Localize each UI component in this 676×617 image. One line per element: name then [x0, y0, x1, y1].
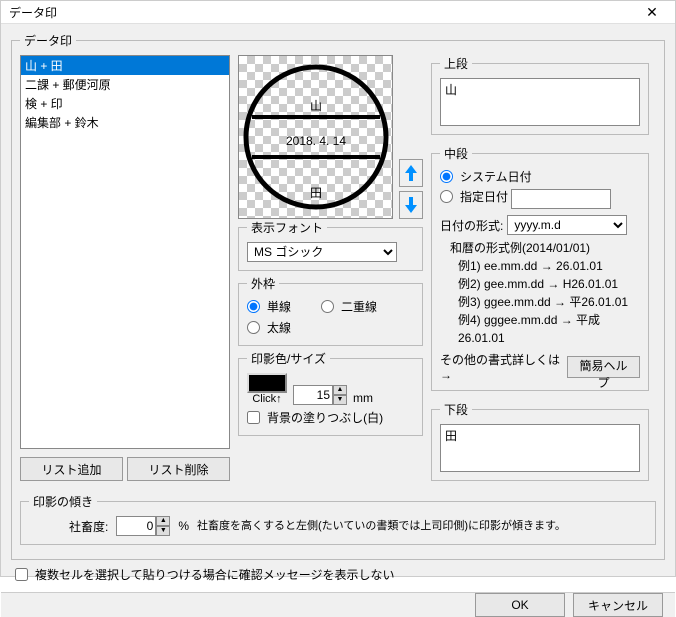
frame-single-radio[interactable]: 単線: [247, 298, 291, 315]
list-item[interactable]: 山 + 田: [21, 56, 229, 75]
upper-text-input[interactable]: 山: [440, 78, 640, 126]
button-bar: OK キャンセル: [1, 592, 675, 617]
size-down[interactable]: ▼: [333, 395, 347, 405]
tilt-down[interactable]: ▼: [156, 526, 170, 536]
arrow-down-icon: [405, 197, 417, 213]
tilt-legend: 印影の傾き: [29, 493, 97, 510]
ok-button[interactable]: OK: [475, 593, 565, 617]
tilt-spinner[interactable]: ▲▼: [116, 516, 170, 536]
middle-legend: 中段: [440, 145, 472, 162]
stamp-preview: 山 2018. 4. 14 田: [238, 55, 393, 219]
color-size-legend: 印影色/サイズ: [247, 350, 330, 367]
font-group: 表示フォント MS ゴシック: [238, 219, 423, 271]
fixed-date-input[interactable]: [511, 189, 611, 209]
stamp-date-text: 2018. 4. 14: [285, 134, 345, 148]
lower-text-input[interactable]: 田: [440, 424, 640, 472]
window-title: データ印: [9, 4, 637, 21]
help-label: その他の書式詳しくは→: [440, 351, 561, 382]
stamp-graphic: 山 2018. 4. 14 田: [241, 62, 391, 212]
list-delete-button[interactable]: リスト削除: [127, 457, 230, 481]
tilt-group: 印影の傾き 社畜度: ▲▼ % 社畜度を高くすると左側(たいていの書類では上司印…: [20, 493, 656, 545]
stamp-list[interactable]: 山 + 田二課 + 郵便河原検 + 印編集部 + 鈴木: [20, 55, 230, 449]
list-add-button[interactable]: リスト追加: [20, 457, 123, 481]
content: データ印 山 + 田二課 + 郵便河原検 + 印編集部 + 鈴木 リスト追加 リ…: [1, 24, 675, 592]
titlebar: データ印 ✕: [1, 1, 675, 24]
lower-legend: 下段: [440, 401, 472, 418]
list-item[interactable]: 二課 + 郵便河原: [21, 75, 229, 94]
cancel-button[interactable]: キャンセル: [573, 593, 663, 617]
size-spinner[interactable]: ▲▼: [293, 385, 347, 405]
upper-group: 上段 山: [431, 55, 649, 135]
middle-group: 中段 システム日付 指定日付 日付の形式: yyyy.m.d 和暦の形式例(20…: [431, 145, 649, 391]
middle-column: 山 2018. 4. 14 田: [238, 55, 423, 487]
list-item[interactable]: 検 + 印: [21, 94, 229, 113]
stamp-bottom-text: 田: [309, 186, 321, 200]
close-button[interactable]: ✕: [637, 1, 667, 23]
font-select[interactable]: MS ゴシック: [247, 242, 397, 262]
size-input[interactable]: [293, 385, 333, 405]
tilt-unit: %: [178, 519, 189, 533]
frame-bold-radio[interactable]: 太線: [247, 319, 291, 336]
date-format-label: 日付の形式:: [440, 217, 503, 234]
date-format-select[interactable]: yyyy.m.d: [507, 215, 627, 235]
size-up[interactable]: ▲: [333, 385, 347, 395]
left-column: 山 + 田二課 + 郵便河原検 + 印編集部 + 鈴木 リスト追加 リスト削除: [20, 55, 230, 487]
tilt-description: 社畜度を高くすると左側(たいていの書類では上司印側)に印影が傾きます。: [197, 519, 647, 533]
frame-group: 外枠 単線 二重線 太線: [238, 275, 423, 346]
tilt-input[interactable]: [116, 516, 156, 536]
format-examples: 和暦の形式例(2014/01/01) 例1) ee.mm.dd → 26.01.…: [450, 239, 640, 347]
tilt-label: 社畜度:: [69, 518, 108, 535]
color-swatch[interactable]: [247, 373, 287, 393]
frame-double-radio[interactable]: 二重線: [321, 298, 377, 315]
list-item[interactable]: 編集部 + 鈴木: [21, 113, 229, 132]
lower-group: 下段 田: [431, 401, 649, 481]
fill-bg-checkbox[interactable]: 背景の塗りつぶし(白): [247, 409, 383, 426]
tilt-up[interactable]: ▲: [156, 516, 170, 526]
size-unit: mm: [353, 391, 373, 405]
fixed-date-radio[interactable]: 指定日付: [440, 188, 508, 205]
font-legend: 表示フォント: [247, 219, 327, 236]
color-size-group: 印影色/サイズ Click↑ ▲▼ mm: [238, 350, 423, 436]
main-group: データ印 山 + 田二課 + 郵便河原検 + 印編集部 + 鈴木 リスト追加 リ…: [11, 32, 665, 560]
move-down-button[interactable]: [399, 191, 423, 219]
click-label: Click↑: [252, 393, 281, 405]
frame-legend: 外枠: [247, 275, 279, 292]
upper-legend: 上段: [440, 55, 472, 72]
dialog-window: データ印 ✕ データ印 山 + 田二課 + 郵便河原検 + 印編集部 + 鈴木 …: [0, 0, 676, 577]
confirm-checkbox[interactable]: 複数セルを選択して貼りつける場合に確認メッセージを表示しない: [15, 566, 395, 583]
main-group-legend: データ印: [20, 32, 76, 49]
arrow-up-icon: [405, 165, 417, 181]
move-up-button[interactable]: [399, 159, 423, 187]
help-button[interactable]: 簡易ヘルプ: [567, 356, 640, 378]
right-column: 上段 山 中段 システム日付 指定日付 日付の形式: yyyy.m.d: [431, 55, 649, 487]
stamp-top-text: 山: [309, 99, 321, 113]
sys-date-radio[interactable]: システム日付: [440, 168, 532, 185]
